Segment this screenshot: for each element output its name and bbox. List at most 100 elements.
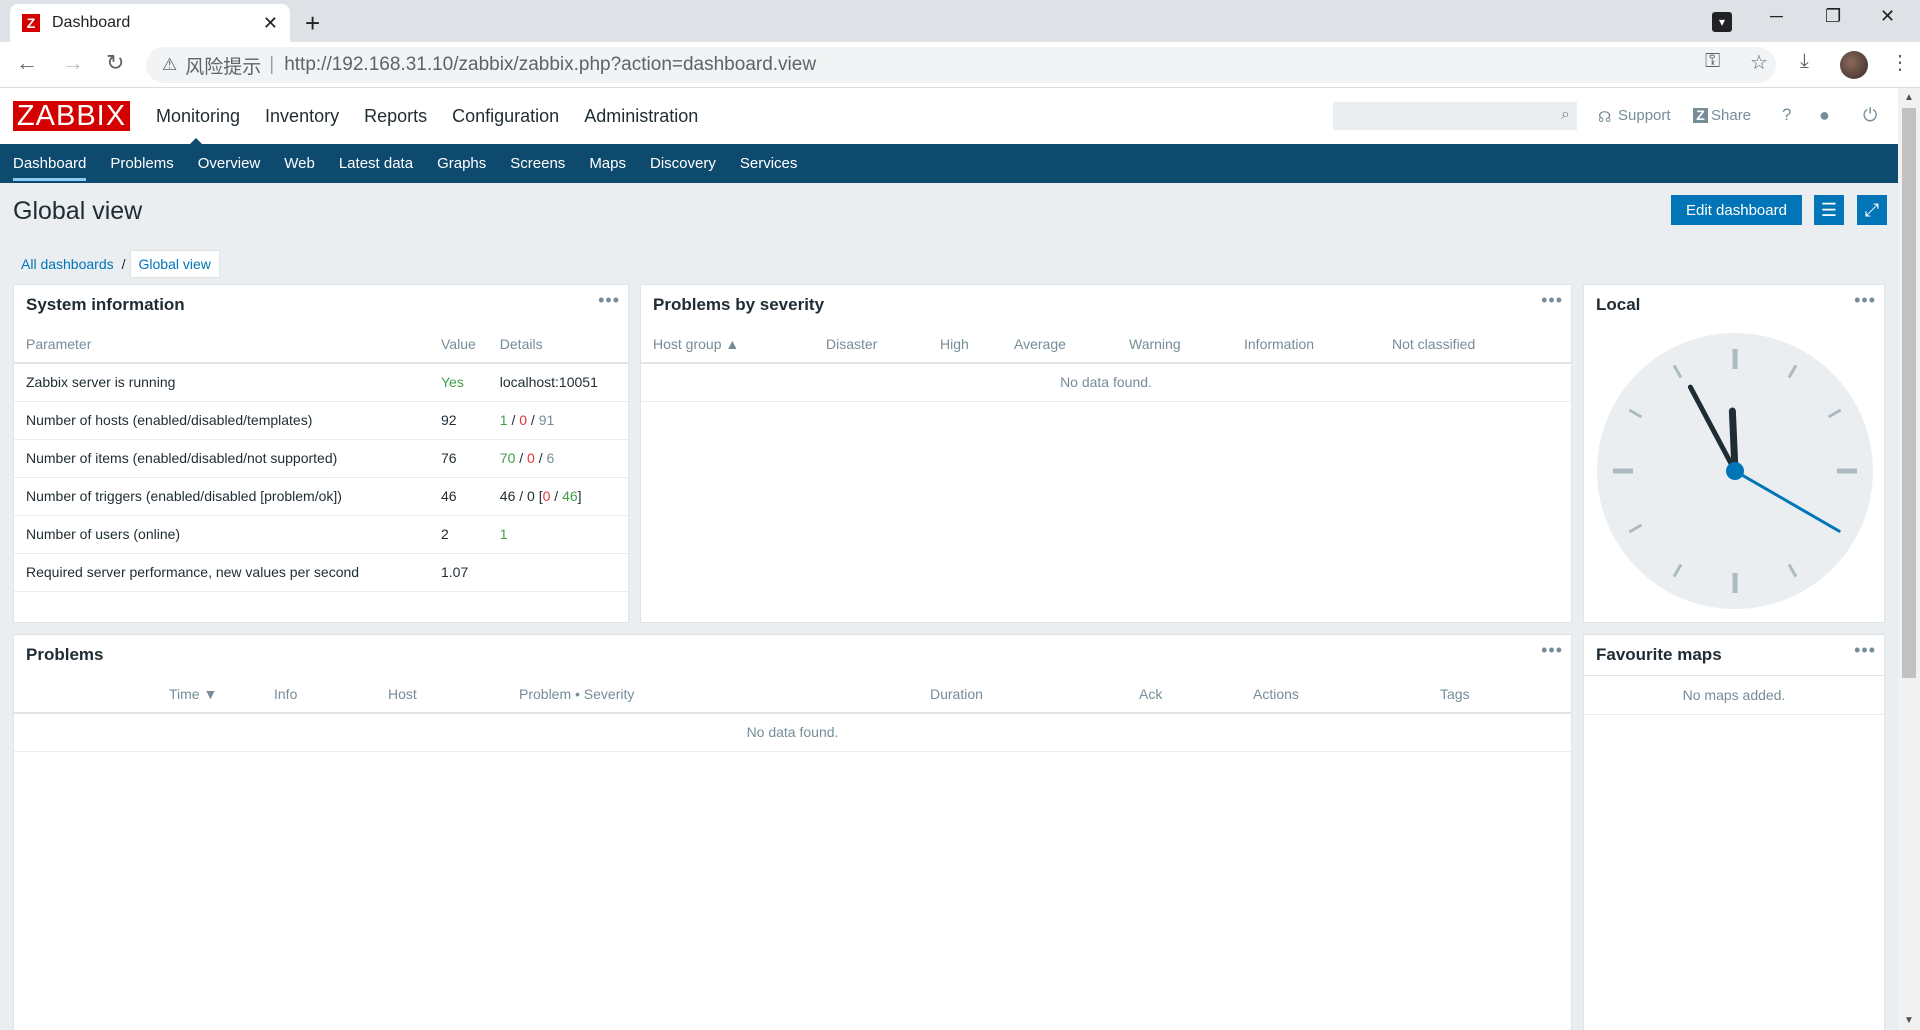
search-icon[interactable]: ⌕	[1561, 106, 1570, 124]
widget-title: Problems	[26, 645, 104, 664]
param-cell: Number of users (online)	[14, 515, 429, 554]
top-menu-reports[interactable]: Reports	[364, 106, 427, 127]
column-header: Parameter	[14, 325, 429, 364]
subnav-graphs[interactable]: Graphs	[437, 144, 486, 183]
url-text[interactable]: http://192.168.31.10/zabbix/zabbix.php?a…	[284, 54, 816, 76]
details-cell: 1	[487, 515, 628, 554]
omnibox-separator: |	[269, 54, 275, 75]
new-tab-icon[interactable]: +	[305, 8, 320, 39]
column-header: Duration	[918, 675, 1127, 714]
breadcrumb: All dashboards / Global view	[13, 250, 220, 278]
tab-close-icon[interactable]: ✕	[263, 13, 278, 34]
table-row: Number of hosts (enabled/disabled/templa…	[14, 401, 628, 440]
column-header: Actions	[1241, 675, 1428, 714]
scroll-up-icon[interactable]: ▲	[1904, 92, 1914, 103]
actions-menu-icon[interactable]: ☰	[1814, 195, 1844, 225]
scrollbar-thumb[interactable]	[1902, 108, 1916, 678]
column-header: Tags	[1428, 675, 1571, 714]
subnav-dashboard[interactable]: Dashboard	[13, 144, 87, 183]
table-row: Number of users (online) 2 1	[14, 515, 628, 554]
not-supported-count: 6	[546, 450, 555, 466]
address-bar: ← → ↻ ⚠ 风险提示 | http://192.168.31.10/zabb…	[0, 42, 1920, 88]
table-row: Required server performance, new values …	[14, 553, 628, 592]
breadcrumb-all-dashboards[interactable]: All dashboards	[13, 256, 122, 272]
subnav-web[interactable]: Web	[284, 144, 315, 183]
profile-avatar[interactable]	[1840, 51, 1868, 79]
widget-menu-icon[interactable]: •••	[1541, 290, 1563, 311]
top-menu-administration[interactable]: Administration	[584, 106, 698, 127]
warning-icon[interactable]: ⚠	[162, 55, 177, 75]
back-icon[interactable]: ←	[16, 50, 38, 76]
zabbix-favicon-icon: Z	[22, 14, 40, 32]
edit-dashboard-button[interactable]: Edit dashboard	[1671, 195, 1802, 225]
triggers-suffix: ]	[577, 488, 582, 504]
subnav-maps[interactable]: Maps	[589, 144, 626, 183]
column-header: Problem • Severity	[507, 675, 918, 714]
download-icon[interactable]: ⤓	[1800, 50, 1809, 73]
help-icon[interactable]: ?	[1782, 105, 1791, 125]
support-link[interactable]: Support	[1618, 107, 1671, 124]
risk-label[interactable]: 风险提示	[185, 52, 261, 79]
column-header-host-group[interactable]: Host group ▲	[641, 325, 814, 364]
value-cell: 92	[429, 401, 488, 440]
widget-menu-icon[interactable]: •••	[1854, 290, 1876, 311]
top-menu-monitoring[interactable]: Monitoring	[156, 106, 240, 146]
top-menu-inventory[interactable]: Inventory	[265, 106, 339, 127]
subnav-screens[interactable]: Screens	[510, 144, 565, 183]
forward-icon[interactable]: →	[62, 50, 84, 76]
column-header: Value	[429, 325, 488, 364]
omnibox[interactable]: ⚠ 风险提示 | http://192.168.31.10/zabbix/zab…	[146, 47, 1776, 83]
templates-count: 91	[538, 412, 555, 428]
breadcrumb-global-view[interactable]: Global view	[129, 250, 220, 278]
tab-search-icon[interactable]: ▾	[1712, 12, 1732, 32]
sign-out-icon[interactable]: ⏻	[1863, 105, 1877, 126]
top-menu: Monitoring Inventory Reports Configurati…	[156, 106, 723, 146]
column-header: Warning	[1117, 325, 1232, 364]
severity-table: Host group ▲ Disaster High Average Warni…	[641, 325, 1571, 402]
share-logo-icon[interactable]: Z	[1693, 108, 1708, 123]
reload-icon[interactable]: ↻	[106, 50, 124, 76]
no-data-message: No data found.	[641, 363, 1571, 402]
table-row: No data found.	[14, 713, 1571, 752]
more-menu-icon[interactable]: ⋮	[1890, 50, 1910, 75]
widget-menu-icon[interactable]: •••	[598, 290, 620, 311]
problems-by-severity-widget: Problems by severity ••• Host group ▲ Di…	[640, 284, 1572, 623]
column-header: Disaster	[814, 325, 928, 364]
subnav-overview[interactable]: Overview	[198, 144, 261, 183]
problems-table: Time ▼ Info Host Problem • Severity Dura…	[14, 675, 1571, 752]
column-header-time[interactable]: Time ▼	[157, 675, 262, 714]
headset-icon[interactable]: ☊	[1598, 108, 1611, 126]
param-cell: Zabbix server is running	[14, 363, 429, 402]
star-icon[interactable]: ☆	[1750, 50, 1768, 75]
key-icon[interactable]: ⚿	[1705, 50, 1720, 73]
browser-tab-bar: Z Dashboard ✕ + ▾ ─ ❐ ✕	[0, 0, 1920, 42]
widget-menu-icon[interactable]: •••	[1541, 640, 1563, 661]
top-menu-configuration[interactable]: Configuration	[452, 106, 559, 127]
user-profile-icon[interactable]: ●	[1819, 105, 1830, 126]
sub-navigation: Dashboard Problems Overview Web Latest d…	[0, 144, 1898, 183]
page-scrollbar[interactable]: ▲ ▼	[1898, 88, 1920, 1030]
column-header: Host	[376, 675, 507, 714]
scroll-down-icon[interactable]: ▼	[1904, 1015, 1914, 1026]
minimize-icon[interactable]: ─	[1770, 6, 1783, 27]
fullscreen-icon[interactable]: ⤢	[1857, 195, 1887, 225]
share-link[interactable]: Share	[1711, 107, 1751, 124]
table-row: No data found.	[641, 363, 1571, 402]
subnav-services[interactable]: Services	[740, 144, 798, 183]
subnav-problems[interactable]: Problems	[110, 144, 173, 183]
value-cell: 46	[429, 477, 488, 516]
zabbix-logo[interactable]: ZABBIX	[13, 101, 130, 131]
widget-title: System information	[26, 295, 185, 314]
subnav-discovery[interactable]: Discovery	[650, 144, 716, 183]
widget-menu-icon[interactable]: •••	[1854, 640, 1876, 661]
system-info-table: Parameter Value Details Zabbix server is…	[14, 325, 628, 592]
details-cell	[487, 553, 628, 592]
close-window-icon[interactable]: ✕	[1880, 6, 1895, 27]
global-search-input[interactable]: ⌕	[1333, 102, 1577, 130]
clock-face	[1597, 333, 1873, 609]
subnav-latest-data[interactable]: Latest data	[339, 144, 413, 183]
widget-title: Problems by severity	[653, 295, 825, 314]
browser-tab[interactable]: Z Dashboard ✕	[10, 4, 290, 42]
column-header: High	[928, 325, 1002, 364]
restore-icon[interactable]: ❐	[1825, 6, 1841, 27]
